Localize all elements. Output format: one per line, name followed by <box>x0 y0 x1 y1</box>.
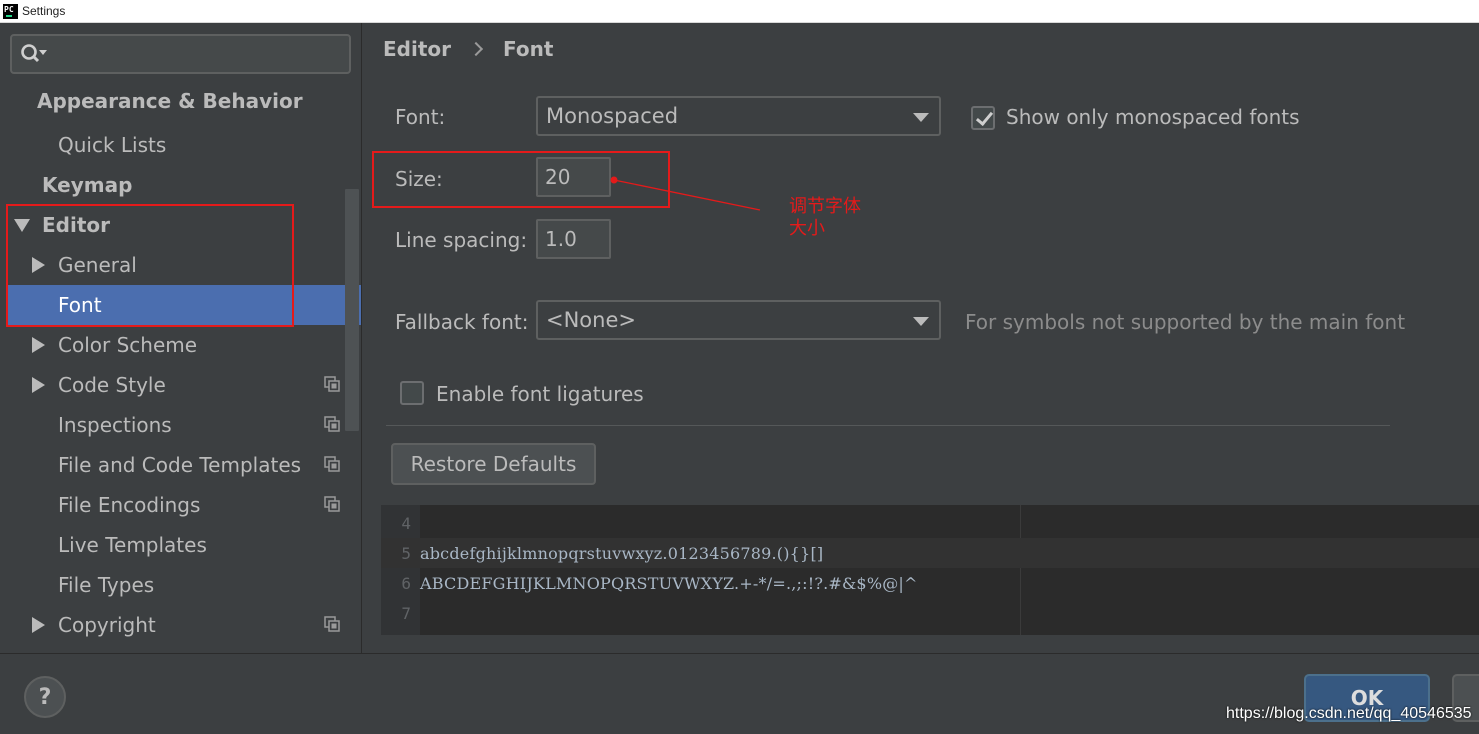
font-select[interactable]: Monospaced <box>536 96 941 136</box>
font-label: Font: <box>395 105 446 129</box>
help-button[interactable]: ? <box>24 676 66 718</box>
settings-sidebar: Appearance & Behavior Quick Lists Keymap… <box>0 23 362 653</box>
sidebar-item-label: Appearance & Behavior <box>37 89 303 113</box>
sidebar-item-appearance-behavior[interactable]: Appearance & Behavior <box>37 81 303 121</box>
sidebar-item-file-code-templates[interactable]: File and Code Templates <box>58 445 301 485</box>
sidebar-item-quick-lists[interactable]: Quick Lists <box>58 125 166 165</box>
font-ligatures-label: Enable font ligatures <box>436 382 644 406</box>
annotation-text-line: 调节字体 <box>789 196 861 217</box>
fallback-font-select[interactable]: <None> <box>536 300 941 340</box>
line-spacing-label: Line spacing: <box>395 228 528 252</box>
preview-line: 4 <box>381 508 1479 538</box>
breadcrumb-editor[interactable]: Editor <box>383 37 451 61</box>
sidebar-item-color-scheme[interactable]: Color Scheme <box>32 325 197 365</box>
dropdown-arrow-icon <box>913 317 929 326</box>
sidebar-item-label: File and Code Templates <box>58 453 302 477</box>
restore-defaults-label: Restore Defaults <box>410 452 577 476</box>
annotation-highlight-box <box>6 204 294 327</box>
sidebar-item-label: File Types <box>58 573 155 597</box>
fallback-font-value: <None> <box>546 308 636 332</box>
annotation-arrow <box>610 176 761 211</box>
line-spacing-input-value: 1.0 <box>545 227 577 251</box>
settings-search-input[interactable] <box>10 34 351 74</box>
sidebar-item-copyright[interactable]: Copyright <box>32 605 156 645</box>
watermark-text: https://blog.csdn.net/qq_40546535 <box>1226 705 1472 722</box>
search-icon <box>21 44 47 63</box>
section-divider <box>386 425 1390 426</box>
annotation-text: 调节字体 大小 <box>789 196 879 240</box>
project-settings-icon <box>324 496 340 512</box>
project-settings-icon <box>324 616 340 632</box>
line-number: 5 <box>401 543 411 563</box>
font-preview-editor[interactable]: 4 5 abcdefghijklmnopqrstuvwxyz.012345678… <box>381 505 1479 635</box>
sidebar-item-label: Live Templates <box>58 533 207 557</box>
sidebar-item-label: Quick Lists <box>58 133 167 157</box>
sidebar-item-live-templates[interactable]: Live Templates <box>58 525 207 565</box>
window-title: Settings <box>22 4 66 18</box>
line-number: 6 <box>401 573 411 593</box>
preview-line: 5 abcdefghijklmnopqrstuvwxyz.0123456789.… <box>381 538 1479 568</box>
dialog-footer: ? OK https://blog.csdn.net/qq_40546535 <box>0 653 1479 734</box>
dropdown-arrow-icon <box>913 113 929 122</box>
line-text: ABCDEFGHIJKLMNOPQRSTUVWXYZ.+-*/=.,;:!?.#… <box>420 573 918 593</box>
sidebar-item-label: Copyright <box>58 613 156 637</box>
monospaced-only-checkbox[interactable] <box>971 106 995 130</box>
sidebar-item-label: File Encodings <box>58 493 201 517</box>
sidebar-item-label: Code Style <box>58 373 166 397</box>
breadcrumb: Editor Font <box>383 37 553 61</box>
sidebar-item-label: Inspections <box>58 413 172 437</box>
sidebar-item-label: Color Scheme <box>58 333 198 357</box>
fallback-font-hint: For symbols not supported by the main fo… <box>965 310 1406 334</box>
sidebar-item-file-encodings[interactable]: File Encodings <box>58 485 200 525</box>
sidebar-item-inspections[interactable]: Inspections <box>58 405 172 445</box>
collapsed-arrow-icon[interactable] <box>32 337 45 353</box>
monospaced-only-label: Show only monospaced fonts <box>1006 105 1300 129</box>
sidebar-item-code-style[interactable]: Code Style <box>32 365 166 405</box>
line-number: 7 <box>401 603 411 623</box>
font-select-value: Monospaced <box>546 104 679 128</box>
line-text: abcdefghijklmnopqrstuvwxyz.0123456789.()… <box>420 543 824 563</box>
sidebar-item-label: Keymap <box>42 173 133 197</box>
font-ligatures-checkbox[interactable] <box>400 381 424 405</box>
line-spacing-input[interactable]: 1.0 <box>536 219 611 259</box>
window-title-bar: PC Settings <box>0 0 1479 23</box>
preview-line: 6 ABCDEFGHIJKLMNOPQRSTUVWXYZ.+-*/=.,;:!?… <box>381 568 1479 598</box>
sidebar-item-keymap[interactable]: Keymap <box>42 165 132 205</box>
collapsed-arrow-icon[interactable] <box>32 377 45 393</box>
restore-defaults-button[interactable]: Restore Defaults <box>391 443 596 485</box>
project-settings-icon <box>324 416 340 432</box>
breadcrumb-font: Font <box>503 37 554 61</box>
fallback-font-label: Fallback font: <box>395 310 529 334</box>
project-settings-icon <box>324 376 340 392</box>
help-icon: ? <box>38 684 52 710</box>
sidebar-item-file-types[interactable]: File Types <box>58 565 154 605</box>
pycharm-logo-icon: PC <box>3 3 18 19</box>
line-number: 4 <box>401 513 411 533</box>
project-settings-icon <box>324 456 340 472</box>
chevron-right-icon <box>468 41 484 57</box>
preview-line: 7 <box>381 598 1479 628</box>
font-settings-panel: Editor Font Font: Monospaced Show only m… <box>363 23 1479 653</box>
collapsed-arrow-icon[interactable] <box>32 617 45 633</box>
sidebar-scrollbar[interactable] <box>345 189 359 431</box>
annotation-text-line: 大小 <box>789 218 825 239</box>
